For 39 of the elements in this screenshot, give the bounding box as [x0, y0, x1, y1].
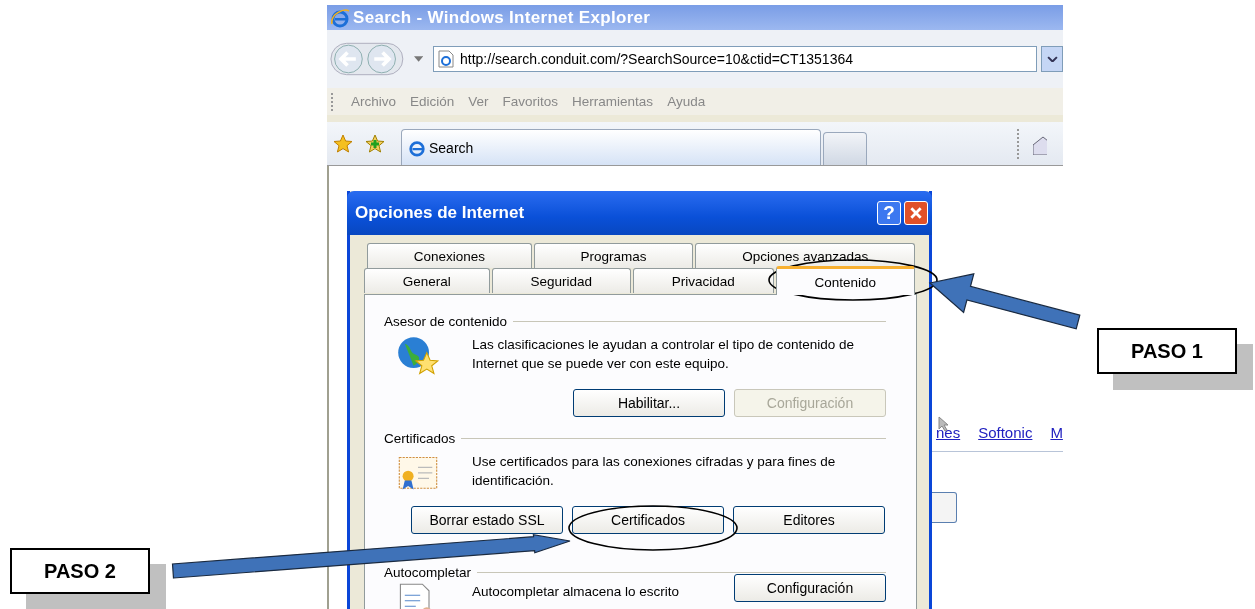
- section-description: Use certificados para las conexiones cifradas y para fines de identificación.: [472, 453, 837, 490]
- dialog-tab[interactable]: Programas: [533, 243, 694, 268]
- dialog-tab[interactable]: Privacidad: [633, 268, 774, 293]
- dialog-tab[interactable]: Seguridad: [491, 268, 631, 293]
- section-title: Autocompletar: [384, 565, 472, 580]
- dialog-button[interactable]: Configuración: [734, 574, 886, 602]
- address-field[interactable]: http://search.conduit.com/?SearchSource=10&ctid=CT1351364: [433, 46, 1037, 72]
- dialog-button[interactable]: Editores: [733, 506, 885, 534]
- address-dropdown-button[interactable]: [1041, 46, 1063, 72]
- close-button[interactable]: [904, 201, 928, 225]
- page-link[interactable]: Softonic: [978, 424, 1033, 441]
- dialog-tab[interactable]: Opciones avanzadas: [695, 243, 915, 268]
- dialog-button[interactable]: Borrar estado SSL: [411, 506, 563, 534]
- page-icon: [438, 50, 454, 68]
- dialog-tab[interactable]: General: [364, 268, 490, 293]
- browser-tab[interactable]: Search: [401, 129, 821, 165]
- browser-logo-icon: [408, 138, 426, 157]
- section-title: Certificados: [384, 431, 456, 446]
- close-icon: [909, 206, 923, 220]
- dialog-title: Opciones de Internet: [355, 203, 526, 223]
- add-star-icon[interactable]: [365, 133, 385, 154]
- dropdown-caret-icon[interactable]: [413, 56, 423, 62]
- dialog-tab[interactable]: Contenido: [775, 266, 915, 295]
- section-description: Autocompletar almacena lo escrito: [472, 583, 681, 601]
- home-icon[interactable]: [1033, 135, 1047, 155]
- section-description: Las clasificaciones le ayudan a controlar el tipo de contenido de Internet que se puede ver con este equipo.: [472, 336, 855, 373]
- page-link[interactable]: M: [1050, 424, 1063, 441]
- dialog-tab[interactable]: Conexiones: [367, 243, 532, 268]
- section-title: Asesor de contenido: [384, 314, 508, 329]
- caret-icon: [1046, 55, 1058, 63]
- star-icon[interactable]: [333, 133, 353, 154]
- window-title: Search - Windows Internet Explorer: [353, 7, 651, 28]
- new-tab-button[interactable]: [823, 132, 867, 165]
- browser-logo-icon: [330, 7, 350, 28]
- page-button[interactable]: [932, 492, 957, 523]
- help-button[interactable]: ?: [877, 201, 901, 225]
- cursor-icon: [938, 416, 950, 432]
- dialog-button[interactable]: Certificados: [572, 506, 724, 534]
- dialog-button[interactable]: Habilitar...: [573, 389, 725, 417]
